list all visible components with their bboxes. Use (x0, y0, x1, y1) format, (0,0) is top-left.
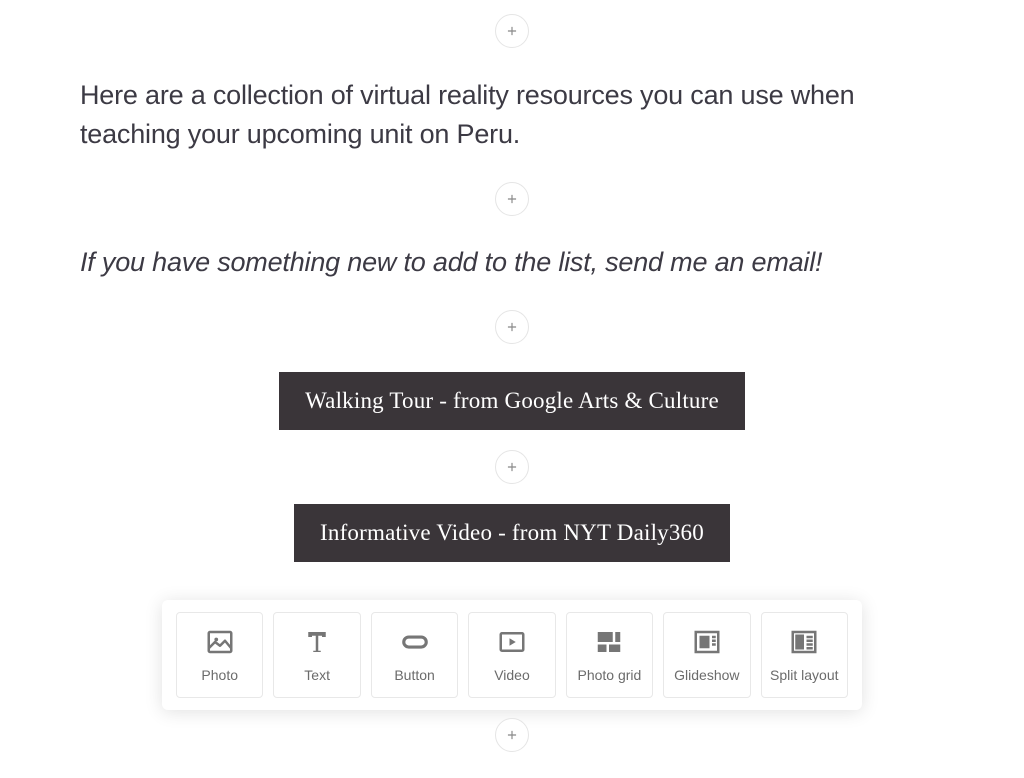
toolbar-item-video[interactable]: Video (468, 612, 555, 698)
toolbar-item-text[interactable]: Text (273, 612, 360, 698)
photo-grid-icon (594, 627, 624, 657)
plus-icon (505, 728, 519, 742)
toolbar-item-photo-grid[interactable]: Photo grid (566, 612, 653, 698)
video-icon (497, 627, 527, 657)
note-paragraph[interactable]: If you have something new to add to the … (80, 244, 944, 282)
toolbar-label: Text (304, 667, 330, 683)
toolbar-label: Split layout (770, 667, 838, 683)
plus-icon (505, 192, 519, 206)
block-insert-toolbar: Photo Text Button Video (162, 600, 862, 710)
add-block-button[interactable] (495, 310, 529, 344)
add-block-button[interactable] (495, 718, 529, 752)
text-icon (302, 627, 332, 657)
toolbar-label: Button (394, 667, 434, 683)
photo-icon (205, 627, 235, 657)
toolbar-label: Photo (201, 667, 238, 683)
add-block-button[interactable] (495, 14, 529, 48)
toolbar-label: Video (494, 667, 530, 683)
informative-video-button[interactable]: Informative Video - from NYT Daily360 (294, 504, 730, 562)
toolbar-label: Glideshow (674, 667, 739, 683)
split-layout-icon (789, 627, 819, 657)
add-block-button[interactable] (495, 182, 529, 216)
plus-icon (505, 460, 519, 474)
add-block-button[interactable] (495, 450, 529, 484)
toolbar-item-photo[interactable]: Photo (176, 612, 263, 698)
toolbar-item-split-layout[interactable]: Split layout (761, 612, 848, 698)
intro-paragraph[interactable]: Here are a collection of virtual reality… (80, 76, 944, 154)
button-icon (400, 627, 430, 657)
walking-tour-button[interactable]: Walking Tour - from Google Arts & Cultur… (279, 372, 745, 430)
toolbar-label: Photo grid (578, 667, 642, 683)
toolbar-item-button[interactable]: Button (371, 612, 458, 698)
plus-icon (505, 320, 519, 334)
toolbar-item-glideshow[interactable]: Glideshow (663, 612, 750, 698)
plus-icon (505, 24, 519, 38)
glideshow-icon (692, 627, 722, 657)
